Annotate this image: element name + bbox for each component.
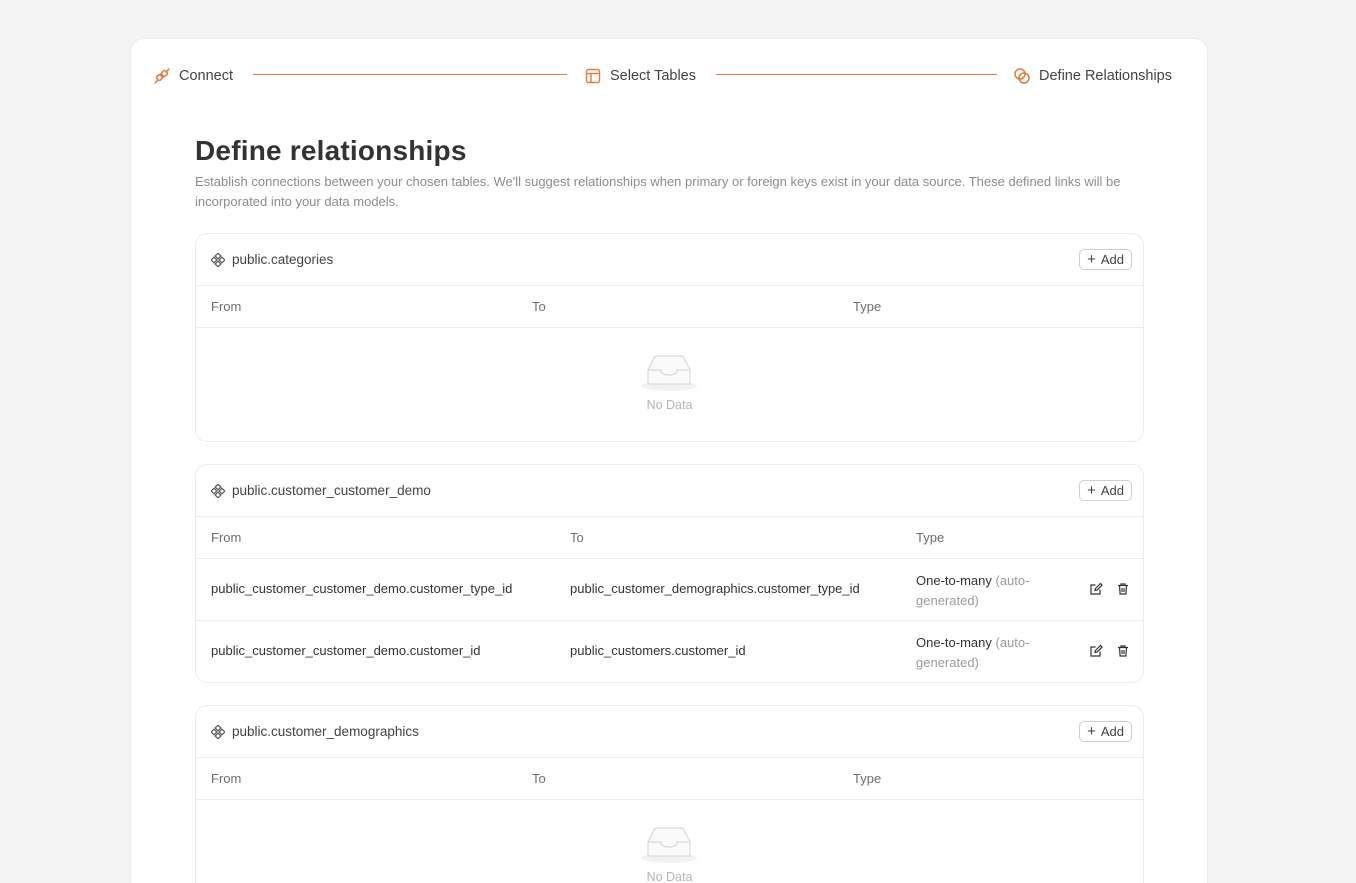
- from-cell: public_customer_customer_demo.customer_i…: [211, 643, 481, 658]
- step-connect[interactable]: Connect: [153, 66, 233, 86]
- table-name-label: public.customer_customer_demo: [232, 483, 431, 498]
- edit-icon[interactable]: [1089, 644, 1103, 658]
- empty-state: No Data: [196, 328, 1143, 441]
- column-type: Type: [853, 299, 882, 314]
- column-to: To: [532, 771, 546, 786]
- from-cell: public_customer_customer_demo.customer_t…: [211, 581, 513, 596]
- table-name: public.customer_demographics: [211, 724, 419, 739]
- column-from: From: [211, 299, 242, 314]
- relationship-icon: [1013, 67, 1031, 85]
- add-label: Add: [1100, 252, 1124, 267]
- table-header: From To Type: [196, 758, 1143, 800]
- table-row: public_customer_customer_demo.customer_i…: [196, 621, 1143, 682]
- empty-box-icon: [639, 824, 699, 869]
- model-icon: [211, 483, 225, 498]
- column-from: From: [211, 771, 242, 786]
- plus-icon: +: [1087, 723, 1096, 740]
- relationship-header: public.customer_customer_demo + Add: [196, 465, 1143, 517]
- add-label: Add: [1100, 483, 1124, 498]
- empty-label: No Data: [646, 870, 693, 883]
- delete-icon[interactable]: [1116, 582, 1130, 596]
- table-row: public_customer_customer_demo.customer_t…: [196, 559, 1143, 621]
- delete-icon[interactable]: [1116, 644, 1130, 658]
- add-relationship-button[interactable]: + Add: [1079, 480, 1132, 501]
- add-relationship-button[interactable]: + Add: [1079, 721, 1132, 742]
- step-define-relationships[interactable]: Define Relationships: [1013, 66, 1172, 86]
- empty-state: No Data: [196, 800, 1143, 883]
- table-name-label: public.categories: [232, 252, 334, 267]
- column-type: Type: [916, 530, 945, 545]
- table-name-label: public.customer_demographics: [232, 724, 419, 739]
- relationship-group: public.categories + Add From To Type No …: [195, 233, 1144, 442]
- relationship-group: public.customer_demographics + Add From …: [195, 705, 1144, 883]
- table-name: public.categories: [211, 252, 333, 267]
- relationship-group: public.customer_customer_demo + Add From…: [195, 464, 1144, 683]
- step-label: Connect: [179, 68, 234, 84]
- to-cell: public_customers.customer_id: [570, 643, 746, 658]
- model-icon: [211, 724, 225, 739]
- page-title: Define relationships: [195, 135, 467, 166]
- add-label: Add: [1100, 724, 1124, 739]
- add-relationship-button[interactable]: + Add: [1079, 249, 1132, 270]
- plus-icon: +: [1087, 482, 1096, 499]
- column-type: Type: [853, 771, 882, 786]
- step-connector: [253, 74, 567, 75]
- stepper: Connect Select Tables Define Relationshi…: [131, 39, 1207, 111]
- wizard-card: Connect Select Tables Define Relationshi…: [130, 38, 1208, 883]
- column-to: To: [570, 530, 584, 545]
- type-cell: One-to-many (auto-generated): [916, 571, 1066, 611]
- plug-icon: [153, 67, 171, 85]
- empty-label: No Data: [646, 398, 693, 412]
- column-from: From: [211, 530, 242, 545]
- column-to: To: [532, 299, 546, 314]
- step-connector: [716, 74, 997, 75]
- table-name: public.customer_customer_demo: [211, 483, 431, 498]
- table-icon: [584, 67, 602, 85]
- type-value: One-to-many: [916, 635, 992, 650]
- edit-icon[interactable]: [1089, 582, 1103, 596]
- empty-box-icon: [639, 352, 699, 397]
- type-cell: One-to-many (auto-generated): [916, 633, 1066, 673]
- step-select-tables[interactable]: Select Tables: [584, 66, 696, 86]
- relationship-header: public.customer_demographics + Add: [196, 706, 1143, 758]
- model-icon: [211, 252, 225, 267]
- to-cell: public_customer_demographics.customer_ty…: [570, 581, 860, 596]
- step-label: Define Relationships: [1039, 68, 1172, 84]
- plus-icon: +: [1087, 251, 1096, 268]
- table-header: From To Type: [196, 517, 1143, 559]
- table-header: From To Type: [196, 286, 1143, 328]
- type-value: One-to-many: [916, 573, 992, 588]
- page-description: Establish connections between your chose…: [195, 174, 1121, 209]
- step-label: Select Tables: [610, 68, 696, 84]
- relationship-header: public.categories + Add: [196, 234, 1143, 286]
